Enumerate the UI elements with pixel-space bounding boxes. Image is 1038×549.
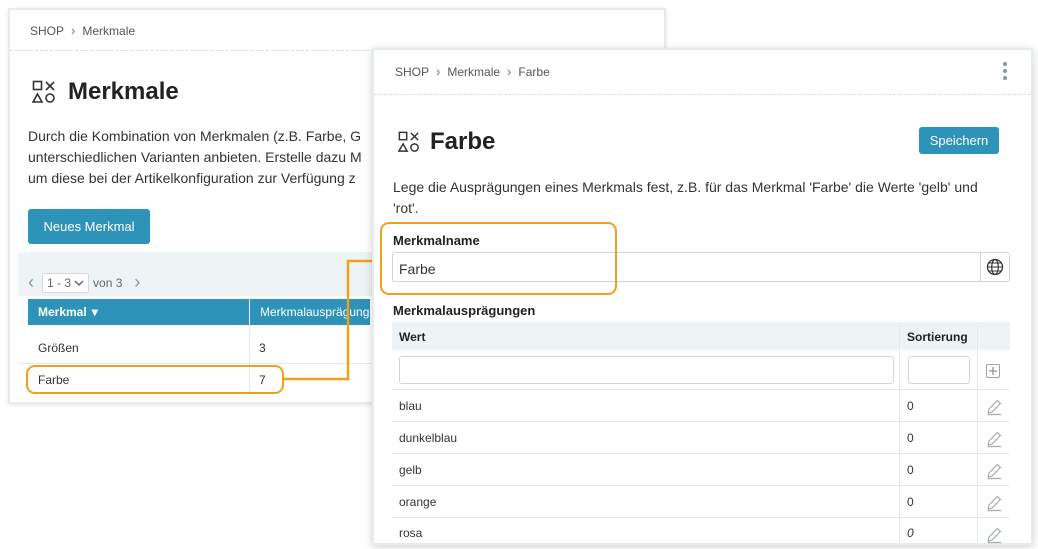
- chevron-right-icon: ›: [436, 64, 441, 79]
- table-row-divider: [392, 517, 1010, 518]
- pencil-icon[interactable]: [985, 430, 1003, 448]
- description-line: Durch die Kombination von Merkmalen (z.B…: [28, 128, 362, 144]
- new-value-input[interactable]: [399, 356, 894, 384]
- save-button[interactable]: Speichern: [919, 127, 999, 154]
- merkmalname-label: Merkmalname: [393, 233, 480, 248]
- divider: [374, 94, 1031, 95]
- pagination: ‹ 1 - 3 von 3 ›: [28, 272, 140, 293]
- globe-icon: [986, 258, 1004, 276]
- column-header-sortierung: Sortierung: [907, 330, 968, 344]
- pencil-icon[interactable]: [985, 526, 1003, 544]
- table-row-divider: [392, 421, 1010, 422]
- column-divider: [249, 325, 250, 397]
- breadcrumb-item-shop[interactable]: SHOP: [30, 24, 64, 38]
- plus-icon: [989, 367, 997, 375]
- detail-title-row: Farbe: [398, 128, 495, 156]
- table-cell-count: 3: [259, 341, 266, 355]
- breadcrumb-item-shop[interactable]: SHOP: [395, 65, 429, 79]
- sort-cell: 0: [907, 431, 914, 445]
- detail-title: Farbe: [430, 128, 496, 155]
- table-cell-count: 7: [259, 373, 266, 387]
- description-line: um diese bei der Artikelkonfiguration zu…: [28, 170, 356, 186]
- breadcrumb-item-merkmale[interactable]: Merkmale: [447, 65, 500, 79]
- column-header-label: Merkmalausprägungen: [260, 305, 383, 319]
- table-cell-name[interactable]: Größen: [38, 341, 79, 355]
- value-cell: gelb: [399, 463, 422, 477]
- detail-description: Lege die Ausprägungen eines Merkmals fes…: [393, 177, 1013, 219]
- add-value-button[interactable]: [986, 364, 1000, 378]
- page-range-select[interactable]: 1 - 3: [42, 272, 90, 293]
- chevron-down-icon: [74, 279, 84, 286]
- column-header-wert: Wert: [399, 330, 426, 344]
- sort-cell: 0: [907, 463, 914, 477]
- table-cell-name[interactable]: Farbe: [38, 373, 69, 387]
- column-divider: [899, 322, 900, 542]
- description-line: Lege die Ausprägungen eines Merkmals fes…: [393, 179, 978, 195]
- page-title: Merkmale: [68, 78, 179, 105]
- page-description: Durch die Kombination von Merkmalen (z.B…: [28, 126, 368, 189]
- pencil-icon[interactable]: [985, 398, 1003, 416]
- value-cell: rosa: [399, 526, 423, 540]
- sort-cell: 0: [907, 399, 914, 413]
- column-header-label: Merkmal: [38, 305, 87, 319]
- column-divider: [977, 322, 978, 542]
- attribute-icon: [32, 80, 56, 104]
- pencil-icon[interactable]: [985, 494, 1003, 512]
- value-cell: dunkelblau: [399, 431, 458, 445]
- column-header-merkmal[interactable]: Merkmal ▾: [28, 299, 249, 325]
- new-merkmal-button[interactable]: Neues Merkmal: [28, 209, 150, 244]
- table-row-divider: [392, 389, 1010, 390]
- detail-breadcrumb: SHOP › Merkmale › Farbe: [395, 64, 550, 79]
- pencil-icon[interactable]: [985, 462, 1003, 480]
- breadcrumb-item-farbe: Farbe: [518, 64, 550, 79]
- chevron-right-icon: ›: [507, 64, 512, 79]
- breadcrumb-item-merkmale[interactable]: Merkmale: [82, 24, 135, 38]
- more-vertical-icon[interactable]: [1001, 62, 1009, 82]
- sort-cell: 0: [907, 495, 914, 509]
- value-cell: orange: [399, 495, 437, 509]
- breadcrumb: SHOP › Merkmale: [30, 23, 135, 38]
- value-cell: blau: [399, 399, 422, 413]
- column-header-auspraegungen[interactable]: Merkmalausprägungen: [250, 299, 383, 325]
- table-row-divider: [392, 453, 1010, 454]
- description-line: unterschiedlichen Varianten anbieten. Er…: [28, 149, 362, 165]
- sort-desc-icon: ▾: [91, 305, 98, 319]
- description-line: 'rot'.: [393, 200, 419, 216]
- translate-button[interactable]: [980, 252, 1010, 282]
- new-sort-input[interactable]: [908, 356, 970, 384]
- page-title-row: Merkmale: [32, 78, 179, 106]
- page-range-value: 1 - 3: [47, 275, 72, 290]
- merkmalauspraegungen-label: Merkmalausprägungen: [393, 303, 536, 318]
- chevron-left-icon[interactable]: ‹: [28, 272, 34, 293]
- attribute-icon: [398, 130, 420, 154]
- chevron-right-icon: ›: [71, 23, 76, 38]
- merkmal-detail-panel: [372, 48, 1033, 545]
- page-total: von 3: [93, 275, 123, 290]
- merkmalname-input[interactable]: Farbe: [392, 252, 981, 282]
- sort-cell: 0: [907, 526, 914, 540]
- chevron-right-icon[interactable]: ›: [134, 272, 140, 293]
- table-row-divider: [392, 485, 1010, 486]
